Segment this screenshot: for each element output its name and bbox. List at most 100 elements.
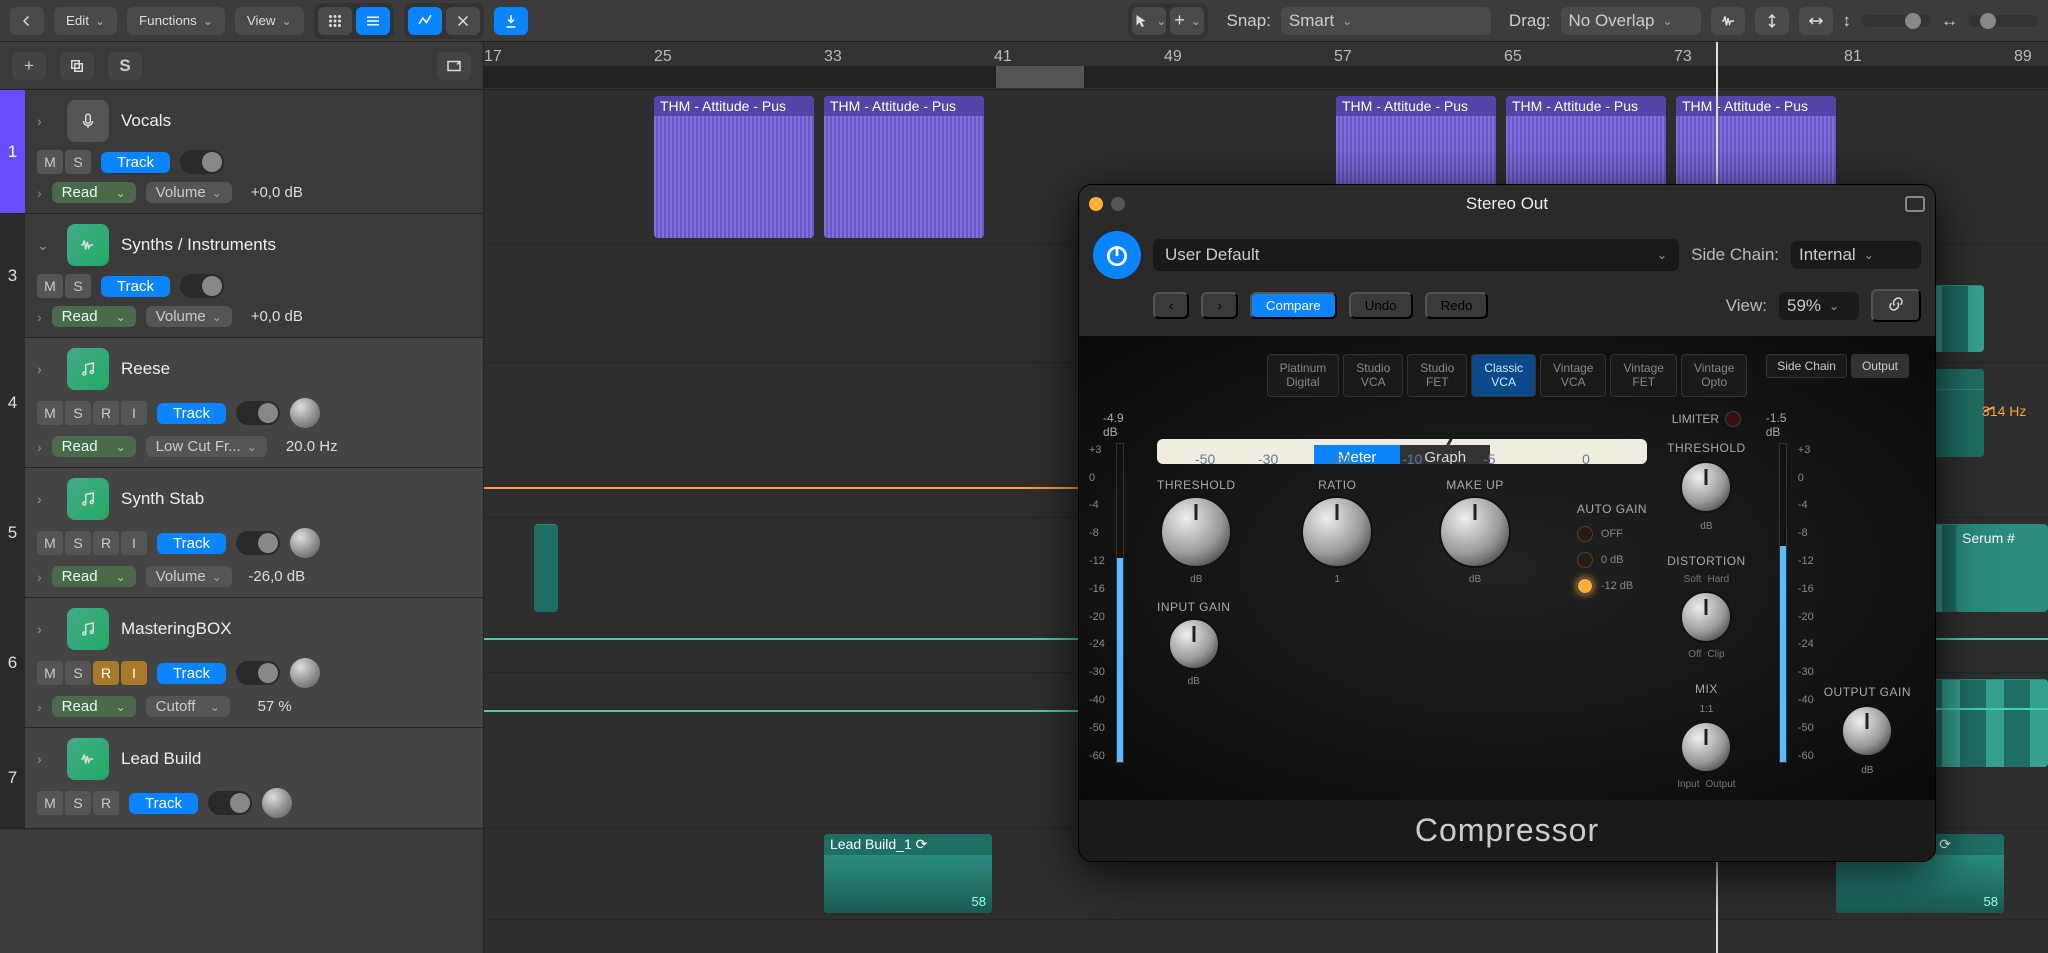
m-button[interactable]: M bbox=[37, 661, 63, 685]
automation-value[interactable]: -26,0 dB bbox=[242, 568, 312, 585]
horizontal-zoom-slider[interactable] bbox=[1968, 15, 2038, 27]
track-toggle[interactable] bbox=[236, 531, 280, 555]
automation-mode-badge[interactable]: Track bbox=[101, 276, 170, 297]
functions-menu[interactable]: Functions⌄ bbox=[127, 7, 225, 35]
automation-param-dropdown[interactable]: Volume⌄ bbox=[146, 566, 232, 587]
automation-mode-badge[interactable]: Track bbox=[157, 403, 226, 424]
disclosure-triangle[interactable]: › bbox=[37, 361, 55, 377]
automation-value[interactable]: 20.0 Hz bbox=[277, 438, 347, 455]
next-preset-button[interactable]: › bbox=[1201, 292, 1237, 319]
input-gain-knob[interactable] bbox=[1168, 618, 1220, 670]
link-button[interactable] bbox=[1871, 289, 1921, 322]
redo-button[interactable]: Redo bbox=[1425, 292, 1489, 319]
s-button[interactable]: S bbox=[65, 150, 91, 174]
track-import-button[interactable] bbox=[437, 52, 471, 80]
view-zoom-dropdown[interactable]: 59%⌄ bbox=[1779, 292, 1859, 320]
i-button[interactable]: I bbox=[121, 661, 147, 685]
automation-read-dropdown[interactable]: Read⌄ bbox=[52, 436, 136, 457]
vertical-zoom-slider[interactable] bbox=[1861, 15, 1931, 27]
automation-value[interactable]: +0,0 dB bbox=[242, 184, 312, 201]
automation-read-dropdown[interactable]: Read⌄ bbox=[52, 566, 136, 587]
automation-disclosure[interactable]: › bbox=[37, 569, 42, 585]
prev-preset-button[interactable]: ‹ bbox=[1153, 292, 1189, 319]
output-tab[interactable]: Output bbox=[1851, 354, 1909, 378]
track-number[interactable]: 6 bbox=[0, 598, 25, 727]
back-arrow-button[interactable] bbox=[10, 7, 44, 35]
sidechain-tab[interactable]: Side Chain bbox=[1766, 354, 1847, 378]
disclosure-triangle[interactable]: › bbox=[37, 621, 55, 637]
audio-region[interactable]: THM - Attitude - Pus bbox=[824, 96, 984, 238]
waveform-zoom-button[interactable] bbox=[1711, 7, 1745, 35]
automation-read-dropdown[interactable]: Read⌄ bbox=[52, 182, 136, 203]
audio-region[interactable]: THM - Attitude - Pus bbox=[654, 96, 814, 238]
s-button[interactable]: S bbox=[65, 401, 91, 425]
timeline-ruler[interactable]: 17253341495765738189 bbox=[484, 42, 2048, 90]
window-traffic-lights[interactable] bbox=[1089, 197, 1125, 211]
track-header[interactable]: ⌄Synths / InstrumentsMSTrack›Read⌄Volume… bbox=[25, 214, 483, 337]
track-toggle[interactable] bbox=[236, 661, 280, 685]
pan-knob[interactable] bbox=[290, 658, 320, 688]
m-button[interactable]: M bbox=[37, 401, 63, 425]
distortion-knob[interactable] bbox=[1680, 591, 1732, 643]
i-button[interactable]: I bbox=[121, 531, 147, 555]
automation-disclosure[interactable]: › bbox=[37, 699, 42, 715]
m-button[interactable]: M bbox=[37, 531, 63, 555]
flex-toggle-button[interactable] bbox=[446, 7, 480, 35]
track-number[interactable]: 4 bbox=[0, 338, 25, 467]
automation-toggle-button[interactable] bbox=[408, 7, 442, 35]
snap-dropdown[interactable]: Smart⌄ bbox=[1281, 7, 1491, 35]
autogain-0-lamp[interactable] bbox=[1577, 552, 1593, 568]
automation-read-dropdown[interactable]: Read⌄ bbox=[52, 306, 136, 327]
meter-tab[interactable]: Meter bbox=[1314, 445, 1400, 464]
s-button[interactable]: S bbox=[65, 791, 91, 815]
edit-menu[interactable]: Edit⌄ bbox=[54, 7, 117, 35]
automation-disclosure[interactable]: › bbox=[37, 439, 42, 455]
automation-mode-badge[interactable]: Track bbox=[129, 793, 198, 814]
automation-param-dropdown[interactable]: Volume⌄ bbox=[146, 182, 232, 203]
automation-mode-badge[interactable]: Track bbox=[101, 152, 170, 173]
view-menu[interactable]: View⌄ bbox=[235, 7, 304, 35]
autogain-off-lamp[interactable] bbox=[1577, 526, 1593, 542]
drag-dropdown[interactable]: No Overlap⌄ bbox=[1561, 7, 1701, 35]
compressor-type-tab[interactable]: StudioVCA bbox=[1343, 354, 1403, 397]
arrange-area[interactable]: 17253341495765738189 THM - Attitude - Pu… bbox=[484, 42, 2048, 953]
plugin-power-button[interactable] bbox=[1093, 231, 1141, 279]
automation-disclosure[interactable]: › bbox=[37, 185, 42, 201]
r-button[interactable]: R bbox=[93, 401, 119, 425]
pan-knob[interactable] bbox=[290, 528, 320, 558]
ratio-knob[interactable] bbox=[1301, 496, 1373, 568]
compressor-type-tab[interactable]: VintageVCA bbox=[1540, 354, 1606, 397]
plugin-titlebar[interactable]: Stereo Out bbox=[1079, 185, 1935, 223]
compressor-type-tab[interactable]: VintageFET bbox=[1610, 354, 1676, 397]
secondary-tool-button[interactable]: +⌄ bbox=[1170, 7, 1204, 35]
track-header[interactable]: ›MasteringBOXMSRITrack›Read⌄Cutoff⌄57 % bbox=[25, 598, 483, 727]
pointer-tool-button[interactable]: ⌄ bbox=[1132, 7, 1166, 35]
s-button[interactable]: S bbox=[65, 531, 91, 555]
grid-view-button[interactable] bbox=[318, 7, 352, 35]
compressor-type-tab[interactable]: ClassicVCA bbox=[1471, 354, 1536, 397]
automation-value[interactable]: +0,0 dB bbox=[242, 308, 312, 325]
m-button[interactable]: M bbox=[37, 791, 63, 815]
s-button[interactable]: S bbox=[65, 661, 91, 685]
track-toggle[interactable] bbox=[180, 150, 224, 174]
r-button[interactable]: R bbox=[93, 531, 119, 555]
mix-knob[interactable] bbox=[1680, 721, 1732, 773]
pan-knob[interactable] bbox=[262, 788, 292, 818]
disclosure-triangle[interactable]: › bbox=[37, 751, 55, 767]
i-button[interactable]: I bbox=[121, 401, 147, 425]
automation-value[interactable]: 57 % bbox=[240, 698, 310, 715]
track-header[interactable]: ›Lead BuildMSRTrack bbox=[25, 728, 483, 828]
compressor-type-tab[interactable]: VintageOpto bbox=[1681, 354, 1747, 397]
limiter-threshold-knob[interactable] bbox=[1680, 461, 1732, 513]
duplicate-track-button[interactable] bbox=[60, 52, 94, 80]
undo-button[interactable]: Undo bbox=[1349, 292, 1413, 319]
vertical-zoom-button[interactable] bbox=[1755, 7, 1789, 35]
track-number[interactable]: 7 bbox=[0, 728, 25, 828]
compressor-type-tab[interactable]: StudioFET bbox=[1407, 354, 1467, 397]
locator-strip[interactable] bbox=[484, 66, 2048, 88]
track-number[interactable]: 3 bbox=[0, 214, 25, 337]
track-toggle[interactable] bbox=[236, 401, 280, 425]
disclosure-triangle[interactable]: › bbox=[37, 113, 55, 129]
pan-knob[interactable] bbox=[290, 398, 320, 428]
track-toggle[interactable] bbox=[208, 791, 252, 815]
